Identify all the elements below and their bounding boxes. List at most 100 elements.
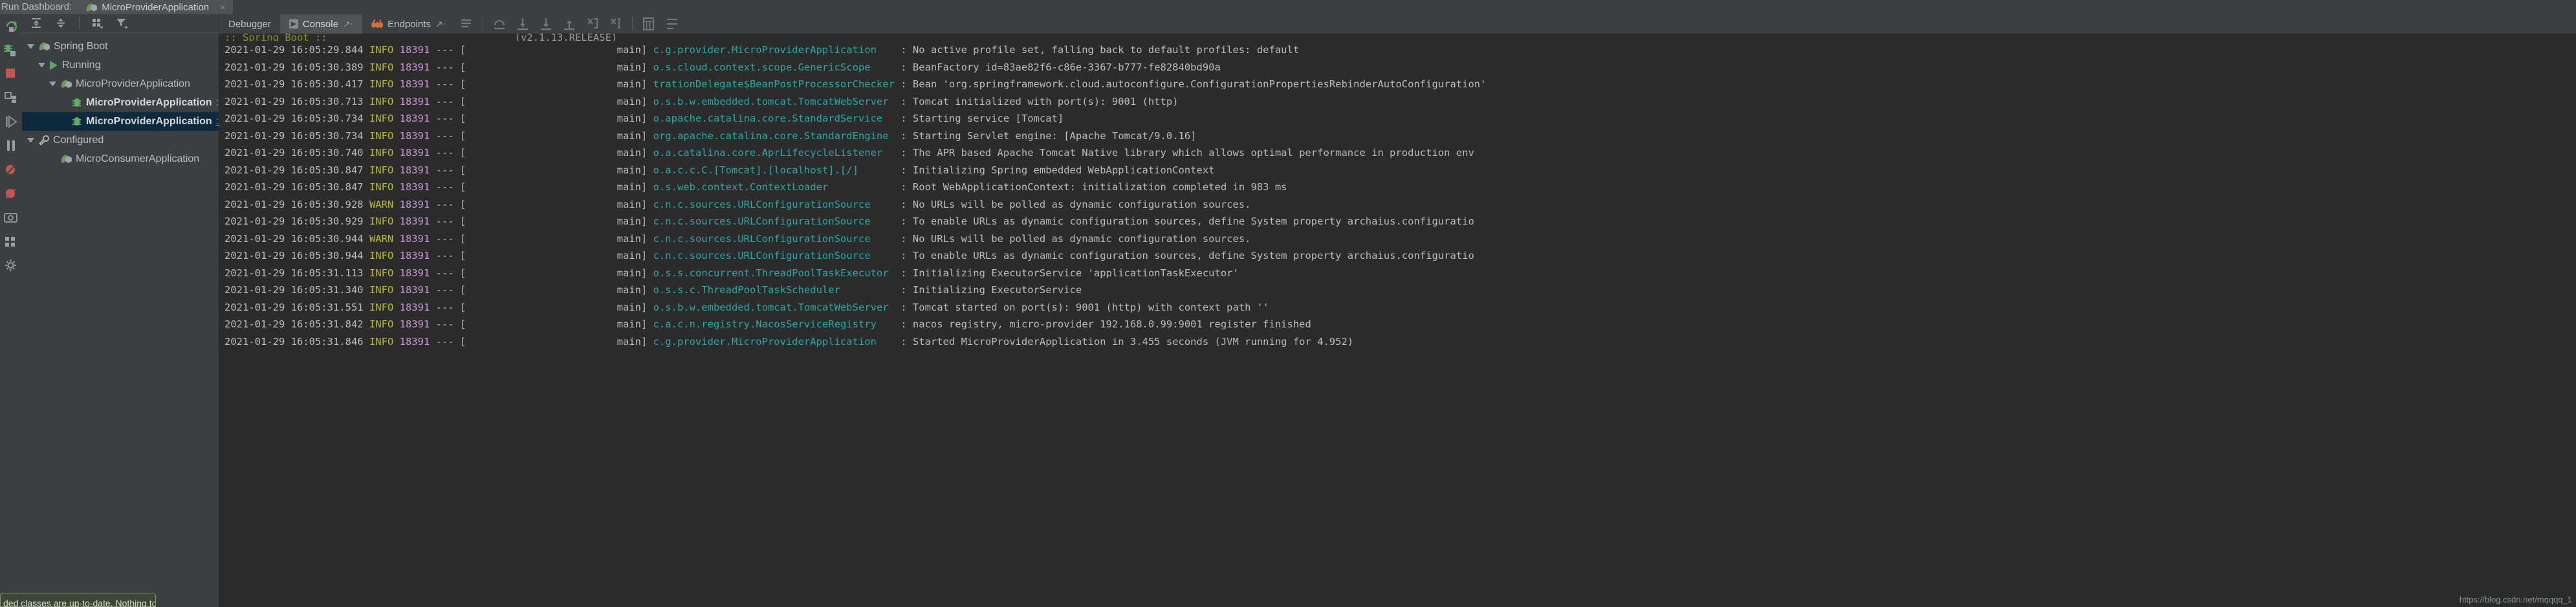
endpoints-icon <box>371 19 384 28</box>
step-over-icon[interactable] <box>492 17 507 31</box>
show-execution-point-icon[interactable] <box>459 17 474 31</box>
log-logger: o.apache.catalina.core.StandardService <box>653 113 901 124</box>
reload-notification-text: ded classes are up-to-date. Nothing to r… <box>3 598 155 607</box>
step-into-icon[interactable] <box>516 17 530 31</box>
detach-endpoints-icon[interactable]: ↗‧ <box>435 19 446 30</box>
log-thread: main] <box>466 147 648 159</box>
log-timestamp: 2021-01-29 16:05:30.740 <box>224 147 369 159</box>
evaluate-expression-icon[interactable] <box>642 17 656 31</box>
log-timestamp: 2021-01-29 16:05:30.929 <box>224 215 369 227</box>
log-pid: 18391 <box>399 250 430 261</box>
log-thread: main] <box>466 335 648 348</box>
log-logger: o.s.s.c.ThreadPoolTaskScheduler <box>653 284 901 296</box>
log-thread: main] <box>466 250 648 261</box>
tree-row-label: MicroProviderApplication <box>86 96 212 108</box>
log-level: INFO <box>369 335 394 348</box>
tab-debugger[interactable]: Debugger <box>219 14 280 34</box>
tree-row-label: MicroConsumerApplication <box>76 153 200 164</box>
log-level: INFO <box>369 181 394 193</box>
log-separator: --- <box>435 267 454 279</box>
rerun-icon[interactable] <box>3 18 19 34</box>
log-timestamp: 2021-01-29 16:05:30.944 <box>224 232 369 245</box>
log-message: : BeanFactory id=83ae82f6-c86e-3367-b777… <box>901 61 1221 73</box>
spring-boot-running-icon <box>86 3 97 12</box>
titlebar-tab-micro-provider-application[interactable]: MicroProviderApplication × <box>78 0 234 14</box>
log-message: : Root WebApplicationContext: initializa… <box>901 181 1287 193</box>
log-message: : Tomcat started on port(s): 9001 (http)… <box>901 301 1269 313</box>
run-dashboard-label: Run Dashboard: <box>0 0 79 14</box>
log-level: INFO <box>369 44 394 56</box>
log-timestamp: 2021-01-29 16:05:30.734 <box>224 129 369 142</box>
tab-endpoints[interactable]: Endpoints ↗‧ <box>362 14 455 34</box>
log-level: INFO <box>369 164 394 176</box>
view-breakpoints-icon[interactable] <box>3 186 19 201</box>
log-separator: --- <box>435 44 454 56</box>
expand-all-icon[interactable] <box>30 17 43 29</box>
log-pid: 18391 <box>399 147 430 159</box>
log-message: : nacos registry, micro-provider 192.168… <box>901 318 1311 330</box>
chevron-down-icon[interactable] <box>49 82 56 86</box>
group-by-icon[interactable] <box>91 17 104 29</box>
log-message: : The APR based Apache Tomcat Native lib… <box>901 147 1474 159</box>
tree-row-micro-provider-application-9003[interactable]: MicroProviderApplication:9003/ <box>22 93 245 112</box>
reload-notification-balloon[interactable]: ded classes are up-to-date. Nothing to r… <box>0 593 156 607</box>
stop-icon[interactable] <box>3 66 19 82</box>
log-line: 2021-01-29 16:05:30.929 INFO 18391 --- [… <box>224 215 1474 227</box>
banner-art: :: Spring Boot :: <box>224 34 327 41</box>
log-separator: --- <box>435 250 454 261</box>
pause-program-icon[interactable] <box>3 138 19 153</box>
close-icon[interactable]: × <box>220 2 225 12</box>
camera-icon[interactable] <box>3 210 19 225</box>
force-step-into-icon[interactable] <box>539 17 553 31</box>
toolbar-separator <box>79 17 80 29</box>
log-separator: --- <box>435 232 454 245</box>
log-pid: 18391 <box>399 113 430 124</box>
log-pid: 18391 <box>399 335 430 348</box>
tree-row-spring-boot[interactable]: Spring Boot <box>22 37 219 56</box>
run-to-cursor-icon[interactable] <box>609 17 623 31</box>
rerun-debug-icon[interactable] <box>3 42 19 58</box>
log-line: 2021-01-29 16:05:29.844 INFO 18391 --- [… <box>224 44 1300 56</box>
console-log-output[interactable]: :: Spring Boot :: (v2.1.13.RELEASE) 2021-… <box>219 34 2576 607</box>
tree-row-micro-consumer-application[interactable]: MicroConsumerApplication <box>22 149 219 168</box>
log-line: 2021-01-29 16:05:30.944 INFO 18391 --- [… <box>224 250 1474 261</box>
watermark: https://blog.csdn.net/mqqqq_1 <box>2459 595 2572 604</box>
chevron-down-icon[interactable] <box>38 63 45 67</box>
log-message: : No URLs will be polled as dynamic conf… <box>901 232 1251 245</box>
drop-frame-icon[interactable] <box>585 17 600 31</box>
mute-breakpoints-icon[interactable] <box>3 162 19 177</box>
log-line: 2021-01-29 16:05:30.734 INFO 18391 --- [… <box>224 113 1064 124</box>
log-level: INFO <box>369 267 394 279</box>
collapse-all-icon[interactable] <box>54 17 67 29</box>
log-separator: --- <box>435 198 454 210</box>
trace-current-stream-icon[interactable] <box>665 17 679 31</box>
tree-row-running[interactable]: Running <box>22 56 219 74</box>
step-out-icon[interactable] <box>562 17 576 31</box>
log-logger: c.n.c.sources.URLConfigurationSource <box>653 215 901 227</box>
tree-row-micro-provider-application-group[interactable]: MicroProviderApplication <box>22 74 219 93</box>
detach-tab-icon[interactable]: ↗‧ <box>343 19 353 30</box>
grid-icon[interactable] <box>3 234 19 249</box>
log-thread: main] <box>466 267 648 279</box>
chevron-down-icon[interactable] <box>27 138 34 142</box>
log-line: 2021-01-29 16:05:30.847 INFO 18391 --- [… <box>224 164 1215 176</box>
filter-icon[interactable] <box>116 17 129 29</box>
log-message: : Initializing ExecutorService <box>901 284 1082 296</box>
log-separator: --- <box>435 318 454 330</box>
gear-icon[interactable] <box>3 258 19 273</box>
log-timestamp: 2021-01-29 16:05:31.846 <box>224 335 369 348</box>
log-thread: main] <box>466 318 648 330</box>
log-separator: --- <box>435 284 454 296</box>
tree-row-micro-provider-application-9001[interactable]: MicroProviderApplication:9001/ <box>22 112 261 131</box>
tree-row-label: MicroProviderApplication <box>86 115 212 127</box>
log-line: 2021-01-29 16:05:30.944 WARN 18391 --- [… <box>224 232 1251 245</box>
chevron-down-icon[interactable] <box>27 44 34 49</box>
tab-console[interactable]: ▶ Console ↗‧ <box>279 14 363 34</box>
log-logger: o.s.s.concurrent.ThreadPoolTaskExecutor <box>653 267 901 279</box>
resume-program-icon[interactable] <box>3 114 19 129</box>
log-separator: --- <box>435 113 454 124</box>
tree-row-configured[interactable]: Configured <box>22 131 219 149</box>
log-message: : Bean 'org.springframework.cloud.autoco… <box>901 78 1487 90</box>
spring-boot-icon <box>61 154 72 164</box>
restore-layout-icon[interactable] <box>3 90 19 105</box>
